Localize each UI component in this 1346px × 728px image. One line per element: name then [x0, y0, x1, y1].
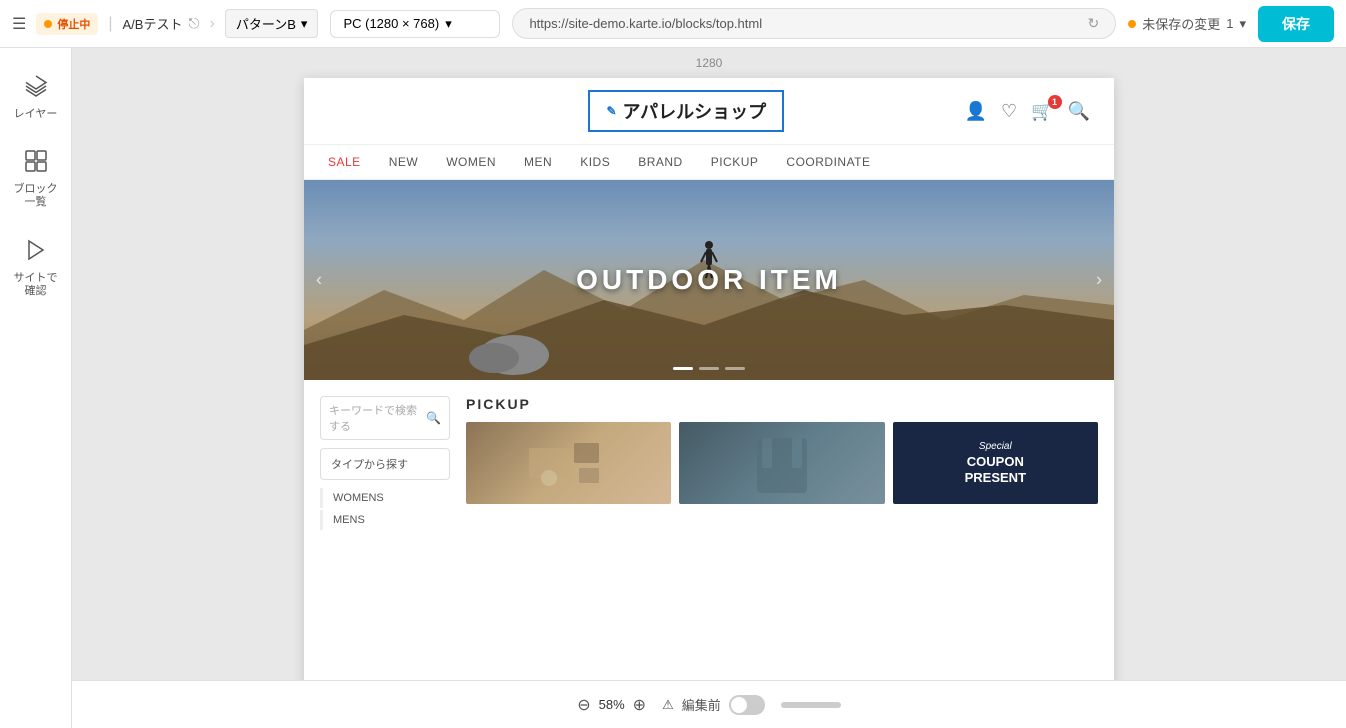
- pattern-select[interactable]: パターンB ▾: [225, 9, 319, 38]
- pickup-image-flatlay[interactable]: [466, 422, 671, 504]
- hero-prev-button[interactable]: ‹: [316, 270, 322, 291]
- top-bar: ☰ 停止中 | A/Bテスト ⎋ › パターンB ▾ PC (1280 × 76…: [0, 0, 1346, 48]
- category-womens[interactable]: WOMENS: [320, 488, 450, 508]
- nav-item-pickup[interactable]: PICKUP: [711, 155, 759, 169]
- nav-item-women[interactable]: WOMEN: [446, 155, 496, 169]
- external-link-icon[interactable]: ⎋: [188, 15, 199, 32]
- zoom-out-button[interactable]: ⊖: [577, 695, 590, 715]
- hero-dots: [673, 367, 745, 370]
- preview-content: キーワードで検索する 🔍 タイプから探す WOMENS MENS PICKUP: [304, 380, 1114, 546]
- chevron-down-icon: ▾: [301, 16, 308, 32]
- hero-dot-3[interactable]: [725, 367, 745, 370]
- url-bar: https://site-demo.karte.io/blocks/top.ht…: [512, 8, 1116, 39]
- zoom-control: ⊖ 58% ⊕: [577, 695, 646, 715]
- nav-item-brand[interactable]: BRAND: [638, 155, 683, 169]
- bottom-bar: ⊖ 58% ⊕ ⚠ 編集前: [72, 680, 1346, 728]
- sidebar-item-layers-label: レイヤー: [14, 108, 58, 121]
- coupon-special: Special: [979, 441, 1012, 452]
- chevron-down-icon[interactable]: ▾: [1239, 16, 1246, 32]
- cart-icon[interactable]: 🛒 1: [1031, 101, 1053, 122]
- top-bar-left: ☰ 停止中 | A/Bテスト ⎋ › パターンB ▾: [12, 9, 318, 38]
- hero-next-button[interactable]: ›: [1096, 270, 1102, 291]
- search-icon[interactable]: 🔍: [1068, 101, 1090, 122]
- nav-item-sale[interactable]: SALE: [328, 155, 361, 169]
- pickup-title: PICKUP: [466, 396, 1098, 412]
- chevron-down-icon: ▾: [445, 16, 452, 32]
- edit-mode-text: 編集前: [682, 695, 721, 714]
- unsaved-dot-icon: [1128, 20, 1136, 28]
- viewport-select[interactable]: PC (1280 × 768) ▾: [330, 10, 500, 38]
- toggle-knob: [731, 697, 747, 713]
- save-button[interactable]: 保存: [1258, 6, 1334, 42]
- url-text: https://site-demo.karte.io/blocks/top.ht…: [529, 16, 1077, 31]
- category-mens[interactable]: MENS: [320, 510, 450, 530]
- zoom-in-button[interactable]: ⊕: [633, 695, 646, 715]
- cart-count: 1: [1048, 95, 1062, 109]
- pickup-image-denim[interactable]: [679, 422, 884, 504]
- pickup-image-coupon[interactable]: Special COUPON PRESENT: [893, 422, 1098, 504]
- hero-section: OUTDOOR ITEM ‹ ›: [304, 180, 1114, 380]
- nav-item-coordinate[interactable]: COORDINATE: [786, 155, 870, 169]
- unsaved-badge: 未保存の変更 1 ▾: [1128, 14, 1246, 33]
- canvas-area: 1280 ✎ アパレルショップ 👤 ♡ 🛒 1 🔍: [72, 48, 1346, 728]
- nav-item-kids[interactable]: KIDS: [580, 155, 610, 169]
- hero-overlay: OUTDOOR ITEM: [304, 180, 1114, 380]
- preview-icon: [24, 238, 48, 268]
- status-badge: 停止中: [36, 13, 98, 35]
- preview-frame: ✎ アパレルショップ 👤 ♡ 🛒 1 🔍 SALE NEW WOMEN: [304, 78, 1114, 695]
- width-ruler: 1280: [696, 48, 723, 78]
- edit-icon: ✎: [606, 104, 616, 118]
- preview-header: ✎ アパレルショップ 👤 ♡ 🛒 1 🔍: [304, 78, 1114, 145]
- status-dot-icon: [44, 20, 52, 28]
- separator2: ›: [210, 15, 215, 33]
- search-sidebar: キーワードで検索する 🔍 タイプから探す WOMENS MENS: [320, 396, 450, 530]
- search-icon-sm: 🔍: [426, 411, 441, 425]
- sidebar-item-blocks-label: ブロック一覧: [14, 183, 58, 209]
- hero-dot-2[interactable]: [699, 367, 719, 370]
- warning-icon: ⚠: [662, 697, 674, 713]
- type-search[interactable]: タイプから探す: [320, 448, 450, 480]
- hamburger-icon[interactable]: ☰: [12, 14, 26, 34]
- edit-mode-toggle[interactable]: [729, 695, 765, 715]
- hero-text: OUTDOOR ITEM: [576, 264, 842, 296]
- preview-nav: SALE NEW WOMEN MEN KIDS BRAND PICKUP COO…: [304, 145, 1114, 180]
- sidebar-item-preview[interactable]: サイトで確認: [6, 228, 66, 308]
- nav-item-new[interactable]: NEW: [389, 155, 419, 169]
- left-sidebar: レイヤー ブロック一覧 サイトで確認: [0, 48, 72, 728]
- sidebar-item-preview-label: サイトで確認: [14, 272, 58, 298]
- hero-dot-1[interactable]: [673, 367, 693, 370]
- sidebar-item-blocks[interactable]: ブロック一覧: [6, 139, 66, 219]
- edit-mode: ⚠ 編集前: [662, 695, 765, 715]
- coupon-main: COUPON PRESENT: [965, 454, 1026, 485]
- category-list: WOMENS MENS: [320, 488, 450, 530]
- status-label: 停止中: [57, 16, 90, 32]
- top-bar-right: 未保存の変更 1 ▾ 保存: [1128, 6, 1334, 42]
- pickup-images: Special COUPON PRESENT: [466, 422, 1098, 504]
- search-placeholder: キーワードで検索する: [329, 402, 422, 434]
- blocks-icon: [24, 149, 48, 179]
- reload-icon[interactable]: ↻: [1087, 15, 1099, 32]
- separator: |: [108, 15, 112, 33]
- sidebar-item-layers[interactable]: レイヤー: [6, 64, 66, 131]
- user-icon[interactable]: 👤: [965, 101, 987, 122]
- nav-item-men[interactable]: MEN: [524, 155, 552, 169]
- header-icons: 👤 ♡ 🛒 1 🔍: [965, 101, 1090, 122]
- zoom-value: 58%: [599, 697, 625, 712]
- wishlist-icon[interactable]: ♡: [1001, 101, 1017, 122]
- top-bar-center: PC (1280 × 768) ▾ https://site-demo.kart…: [330, 8, 1116, 39]
- shop-name[interactable]: ✎ アパレルショップ: [588, 90, 784, 132]
- layers-icon: [24, 74, 48, 104]
- horizontal-scrollbar[interactable]: [781, 702, 841, 708]
- main-area: レイヤー ブロック一覧 サイトで確認 1280: [0, 48, 1346, 728]
- search-box[interactable]: キーワードで検索する 🔍: [320, 396, 450, 440]
- pickup-section: PICKUP: [466, 396, 1098, 530]
- ab-test-label[interactable]: A/Bテスト ⎋: [123, 14, 200, 33]
